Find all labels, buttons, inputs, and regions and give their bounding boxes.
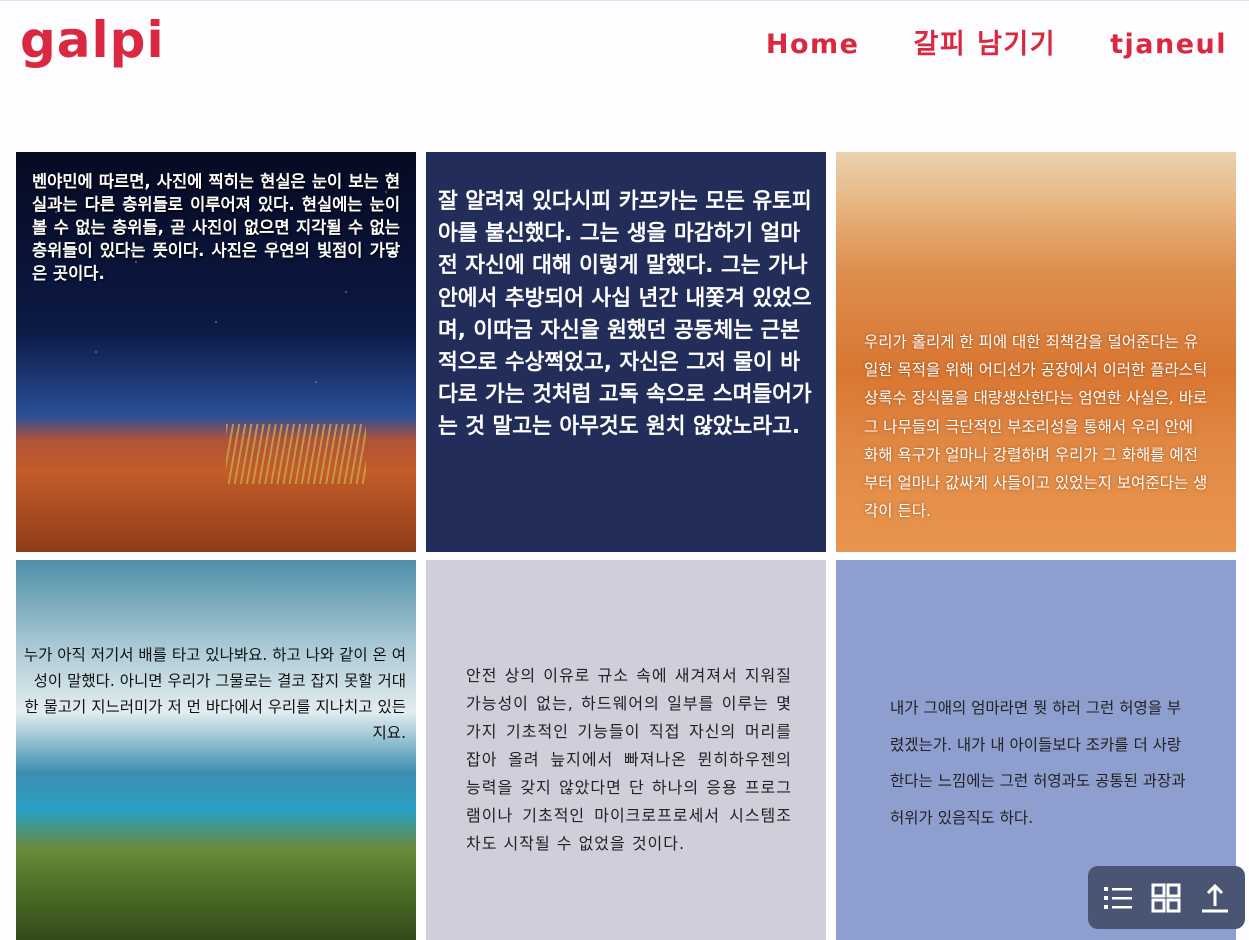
quote-text: 우리가 홀리게 한 피에 대한 죄책감을 덜어준다는 유일한 목적을 위해 어디…: [864, 333, 1208, 521]
floating-toolbar: [1088, 866, 1245, 929]
scroll-top-button[interactable]: [1197, 880, 1233, 916]
nav-profile-link[interactable]: tjaneul: [1110, 31, 1227, 58]
quote-card[interactable]: 안전 상의 이유로 규소 속에 새겨져서 지워질 가능성이 없는, 하드웨어의 …: [426, 560, 826, 940]
quote-card[interactable]: 벤야민에 따르면, 사진에 찍히는 현실은 눈이 보는 현실과는 다른 층위들로…: [16, 152, 416, 552]
grid-icon: [1151, 883, 1181, 912]
quote-text: 내가 그애의 엄마라면 뭣 하러 그런 허영을 부렸겠는가. 내가 내 아이들보…: [890, 699, 1186, 827]
upload-icon: [1201, 883, 1228, 912]
quote-card[interactable]: 우리가 홀리게 한 피에 대한 죄책감을 덜어준다는 유일한 목적을 위해 어디…: [836, 152, 1236, 552]
quote-card[interactable]: 잘 알려져 있다시피 카프카는 모든 유토피아를 불신했다. 그는 생을 마감하…: [426, 152, 826, 552]
quote-text: 잘 알려져 있다시피 카프카는 모든 유토피아를 불신했다. 그는 생을 마감하…: [438, 189, 812, 440]
logo[interactable]: galpi: [20, 15, 165, 65]
list-icon: [1104, 886, 1133, 909]
nav-home-link[interactable]: Home: [766, 31, 860, 58]
nav-write-link[interactable]: 갈피 남기기: [913, 31, 1056, 58]
list-view-button[interactable]: [1100, 880, 1136, 916]
quote-text: 벤야민에 따르면, 사진에 찍히는 현실은 눈이 보는 현실과는 다른 층위들로…: [32, 172, 400, 283]
quote-grid: 벤야민에 따르면, 사진에 찍히는 현실은 눈이 보는 현실과는 다른 층위들로…: [16, 152, 1236, 940]
quote-card[interactable]: 누가 아직 저기서 배를 타고 있나봐요. 하고 나와 같이 온 여성이 말했다…: [16, 560, 416, 940]
grid-view-button[interactable]: [1148, 880, 1184, 916]
quote-text: 누가 아직 저기서 배를 타고 있나봐요. 하고 나와 같이 온 여성이 말했다…: [23, 646, 406, 742]
quote-text: 안전 상의 이유로 규소 속에 새겨져서 지워질 가능성이 없는, 하드웨어의 …: [466, 666, 792, 853]
main-nav: Home 갈피 남기기 tjaneul: [766, 31, 1227, 58]
grass-decoration: [226, 424, 366, 484]
